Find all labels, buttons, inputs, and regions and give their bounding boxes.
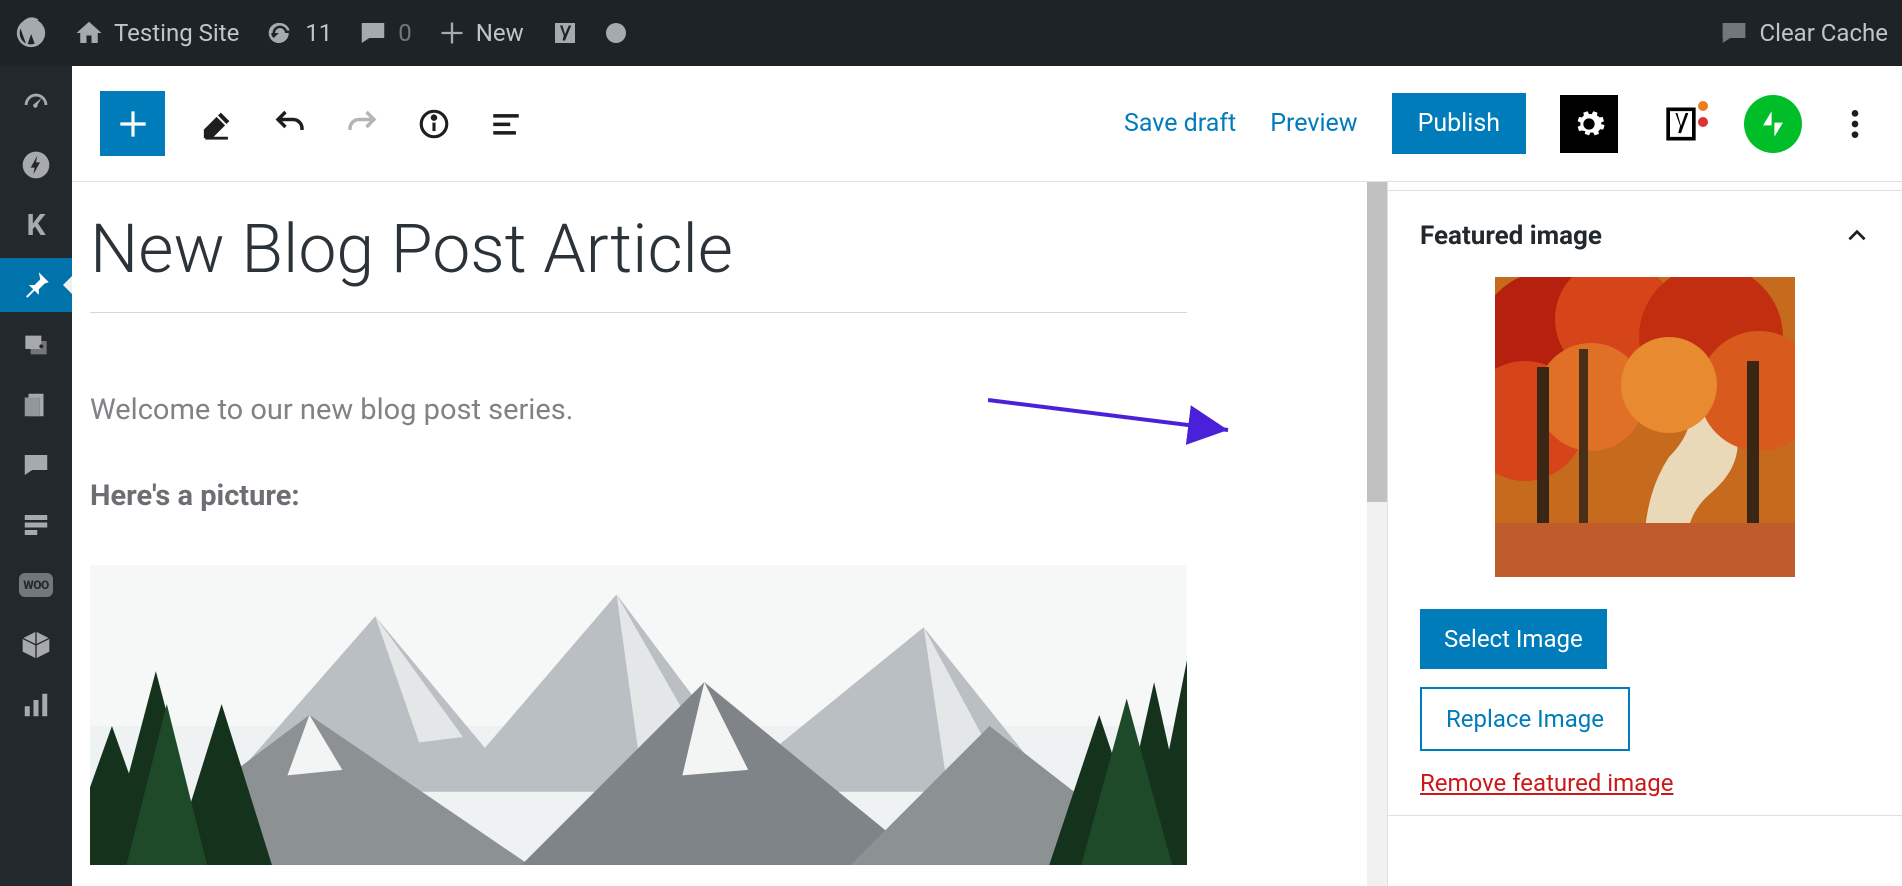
rail-media[interactable] [0, 318, 72, 372]
redo-icon [344, 106, 380, 142]
more-button[interactable] [1836, 105, 1874, 143]
editor-content: New Blog Post Article Welcome to our new… [72, 182, 1902, 886]
site-link[interactable]: Testing Site [74, 18, 239, 48]
updates-count: 11 [305, 19, 332, 47]
new-link[interactable]: New [438, 19, 524, 47]
analytics-icon [21, 690, 51, 720]
featured-image-thumbnail[interactable] [1495, 277, 1795, 577]
home-icon [74, 18, 104, 48]
rail-posts[interactable] [0, 258, 72, 312]
admin-bar: Testing Site 11 0 New Clear Cache [0, 0, 1902, 66]
k-icon: K [26, 208, 45, 243]
redo-button[interactable] [343, 105, 381, 143]
wordpress-icon [14, 16, 48, 50]
publish-button[interactable]: Publish [1392, 93, 1526, 154]
edit-mode-button[interactable] [199, 105, 237, 143]
amp-icon [20, 149, 52, 181]
pages-icon [21, 390, 51, 420]
comment-icon [358, 18, 388, 48]
jetpack-button[interactable] [1744, 95, 1802, 153]
autumn-image [1495, 277, 1795, 577]
info-icon [417, 107, 451, 141]
rail-analytics[interactable] [0, 678, 72, 732]
rail-kinsta[interactable]: K [0, 198, 72, 252]
rail-pages[interactable] [0, 378, 72, 432]
yoast-button[interactable] [1652, 95, 1710, 153]
yoast-icon [1659, 102, 1703, 146]
wp-logo[interactable] [14, 16, 48, 50]
yoast-icon [550, 18, 580, 48]
mountain-image [90, 565, 1187, 865]
scrollbar[interactable] [1367, 182, 1387, 886]
rail-products[interactable] [0, 618, 72, 672]
admin-rail: K WOO [0, 66, 72, 886]
rail-amp[interactable] [0, 138, 72, 192]
status-dot [606, 23, 626, 43]
media-icon [20, 329, 52, 361]
select-image-button[interactable]: Select Image [1420, 609, 1607, 669]
scrollbar-thumb[interactable] [1367, 182, 1387, 502]
outline-icon [489, 107, 523, 141]
pencil-icon [201, 107, 235, 141]
cache-icon [1719, 18, 1749, 48]
yoast-dot-orange [1698, 101, 1708, 111]
paragraph-block[interactable]: Welcome to our new blog post series. [90, 393, 1187, 427]
add-block-button[interactable] [100, 91, 165, 156]
plus-icon [438, 19, 466, 47]
gear-icon [1572, 107, 1606, 141]
rail-comments[interactable] [0, 438, 72, 492]
settings-sidebar: Featured image [1387, 182, 1902, 886]
pin-icon [19, 268, 53, 302]
chevron-up-icon [1844, 223, 1870, 249]
undo-icon [272, 106, 308, 142]
preview-button[interactable]: Preview [1270, 109, 1357, 138]
rail-feedback[interactable] [0, 498, 72, 552]
woo-icon: WOO [19, 573, 53, 597]
undo-button[interactable] [271, 105, 309, 143]
outline-button[interactable] [487, 105, 525, 143]
panel-title: Featured image [1420, 221, 1602, 251]
clear-cache-label: Clear Cache [1759, 19, 1888, 47]
editor-toolbar: Save draft Preview Publish [72, 66, 1902, 182]
editor-canvas[interactable]: New Blog Post Article Welcome to our new… [72, 182, 1367, 886]
kebab-icon [1851, 107, 1859, 141]
updates-link[interactable]: 11 [265, 18, 332, 48]
save-draft-button[interactable]: Save draft [1124, 109, 1236, 138]
post-title[interactable]: New Blog Post Article [90, 210, 1187, 313]
info-button[interactable] [415, 105, 453, 143]
refresh-icon [265, 18, 295, 48]
image-block[interactable] [90, 565, 1187, 865]
clear-cache-link[interactable]: Clear Cache [1719, 18, 1888, 48]
box-icon [20, 629, 52, 661]
yoast-adminbar[interactable] [550, 18, 580, 48]
comment-icon [21, 450, 51, 480]
dashboard-icon [19, 88, 53, 122]
site-name: Testing Site [114, 19, 239, 47]
rail-woo[interactable]: WOO [0, 558, 72, 612]
yoast-dot-red [1698, 117, 1708, 127]
comments-link[interactable]: 0 [358, 18, 412, 48]
paragraph-block-bold[interactable]: Here's a picture: [90, 479, 1187, 513]
plus-icon [114, 105, 152, 143]
editor-workspace: Save draft Preview Publish New Blog Post… [72, 66, 1902, 886]
form-icon [21, 510, 51, 540]
remove-featured-image-link[interactable]: Remove featured image [1420, 769, 1870, 797]
comments-count: 0 [398, 19, 412, 47]
new-label: New [476, 19, 524, 47]
featured-image-panel-toggle[interactable]: Featured image [1420, 221, 1870, 251]
rail-dashboard[interactable] [0, 78, 72, 132]
jetpack-icon [1756, 107, 1790, 141]
replace-image-button[interactable]: Replace Image [1420, 687, 1630, 751]
settings-button[interactable] [1560, 95, 1618, 153]
